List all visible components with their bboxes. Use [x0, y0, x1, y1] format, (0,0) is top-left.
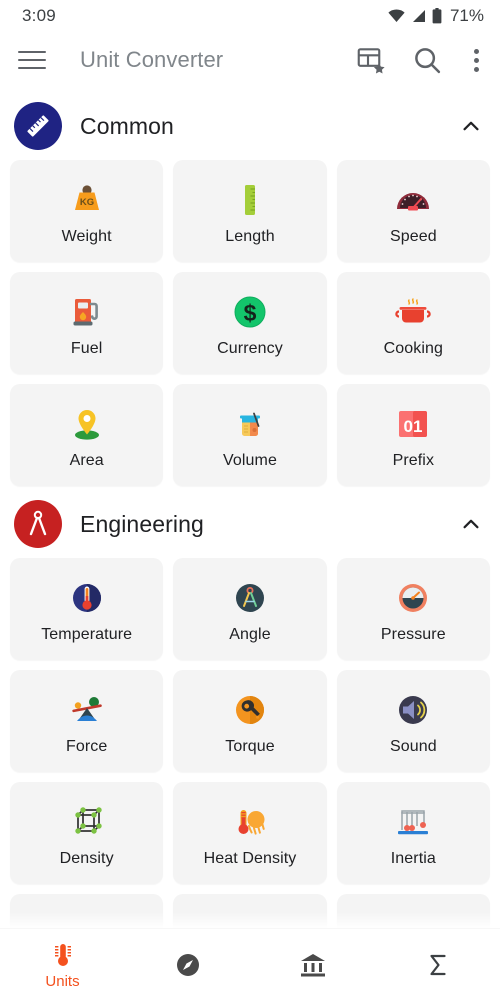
card-label: Weight — [61, 228, 112, 245]
overflow-menu-icon[interactable] — [468, 48, 484, 72]
card-label: Torque — [225, 738, 275, 755]
card-label: Force — [65, 738, 108, 755]
card-label: Currency — [217, 340, 283, 357]
svg-text:01: 01 — [404, 417, 423, 436]
beaker-icon — [226, 400, 274, 448]
card-prefix[interactable]: 01 Prefix — [336, 384, 490, 486]
dollar-coin-icon: $ — [226, 288, 274, 336]
category-grid-common: KG Weight Length Speed Fuel $ Currency C… — [0, 160, 500, 486]
cooking-pot-icon — [389, 288, 437, 336]
zero-one-icon: 01 — [389, 400, 437, 448]
app-bar: Unit Converter — [0, 32, 500, 88]
favorites-table-icon[interactable] — [356, 45, 386, 75]
chevron-up-icon[interactable] — [460, 115, 482, 137]
heat-thermometer-icon — [226, 798, 274, 846]
bottom-navigation: Units — [0, 928, 500, 1000]
drafting-compass-icon — [14, 500, 62, 548]
nav-item-units[interactable]: Units — [0, 940, 125, 990]
card-area[interactable]: Area — [10, 384, 164, 486]
card-speed[interactable]: Speed — [336, 160, 490, 262]
card-volume[interactable]: Volume — [173, 384, 327, 486]
signal-icon — [412, 10, 425, 22]
nav-label-units: Units — [45, 972, 80, 990]
seesaw-force-icon — [63, 686, 111, 734]
wrench-torque-icon — [226, 686, 274, 734]
status-time: 3:09 — [22, 6, 56, 25]
card-currency[interactable]: $ Currency — [173, 272, 327, 374]
compass-icon — [176, 953, 199, 976]
svg-text:KG: KG — [80, 197, 94, 208]
app-screen: 3:09 71% Unit Converter Common KG Weight… — [0, 0, 500, 1000]
status-bar: 3:09 71% — [0, 0, 500, 32]
card-inertia[interactable]: Inertia — [336, 782, 490, 884]
category-grid-engineering: Temperature Angle Pressure Force Torque … — [0, 558, 500, 884]
card-heat-density[interactable]: Heat Density — [173, 782, 327, 884]
fuel-pump-icon — [63, 288, 111, 336]
card-cooking[interactable]: Cooking — [336, 272, 490, 374]
hamburger-menu-icon[interactable] — [18, 43, 52, 77]
card-label: Speed — [389, 228, 437, 245]
card-density[interactable]: Density — [10, 782, 164, 884]
card-label: Area — [69, 452, 104, 469]
speedometer-icon — [389, 176, 437, 224]
section-title: Common — [80, 112, 174, 139]
section-title: Engineering — [80, 510, 204, 537]
card-sound[interactable]: Sound — [336, 670, 490, 772]
ruler-icon — [14, 102, 62, 150]
thermometer-icon — [63, 574, 111, 622]
card-label: Temperature — [41, 626, 133, 643]
card-weight[interactable]: KG Weight — [10, 160, 164, 262]
nav-item-sigma[interactable] — [375, 951, 500, 979]
chevron-up-icon[interactable] — [460, 513, 482, 535]
card-angle[interactable]: Angle — [173, 558, 327, 660]
battery-icon — [432, 8, 442, 24]
battery-percent: 71% — [449, 6, 484, 25]
card-torque[interactable]: Torque — [173, 670, 327, 772]
speaker-sound-icon — [389, 686, 437, 734]
card-label: Angle — [229, 626, 271, 643]
card-label: Prefix — [392, 452, 435, 469]
thermometer-units-icon — [54, 943, 71, 966]
wifi-icon — [388, 9, 405, 22]
app-bar-actions — [356, 45, 484, 75]
sigma-icon — [429, 954, 446, 975]
search-icon[interactable] — [412, 45, 442, 75]
card-fuel[interactable]: Fuel — [10, 272, 164, 374]
card-label: Volume — [223, 452, 277, 469]
nav-item-compass[interactable] — [125, 951, 250, 979]
svg-text:$: $ — [244, 300, 257, 326]
card-temperature[interactable]: Temperature — [10, 558, 164, 660]
card-label: Length — [225, 228, 275, 245]
sections-scroll-area[interactable]: Common KG Weight Length Speed Fuel $ Cur… — [0, 88, 500, 1000]
card-label: Inertia — [390, 850, 436, 867]
card-label: Heat Density — [203, 850, 297, 867]
lattice-cube-icon — [63, 798, 111, 846]
card-label: Pressure — [380, 626, 446, 643]
card-force[interactable]: Force — [10, 670, 164, 772]
status-indicators: 71% — [388, 6, 484, 26]
compass-angle-icon — [226, 574, 274, 622]
ruler-green-icon — [226, 176, 274, 224]
nav-item-bank[interactable] — [250, 951, 375, 979]
card-length[interactable]: Length — [173, 160, 327, 262]
section-header-engineering[interactable]: Engineering — [0, 486, 500, 558]
section-header-common[interactable]: Common — [0, 88, 500, 160]
kg-weight-icon: KG — [63, 176, 111, 224]
card-pressure[interactable]: Pressure — [336, 558, 490, 660]
newtons-cradle-icon — [389, 798, 437, 846]
card-label: Density — [59, 850, 114, 867]
map-pin-icon — [63, 400, 111, 448]
page-title: Unit Converter — [80, 47, 224, 72]
card-label: Cooking — [383, 340, 444, 357]
pressure-gauge-icon — [389, 574, 437, 622]
card-label: Fuel — [70, 340, 103, 357]
card-label: Sound — [389, 738, 437, 755]
bank-icon — [300, 953, 325, 976]
